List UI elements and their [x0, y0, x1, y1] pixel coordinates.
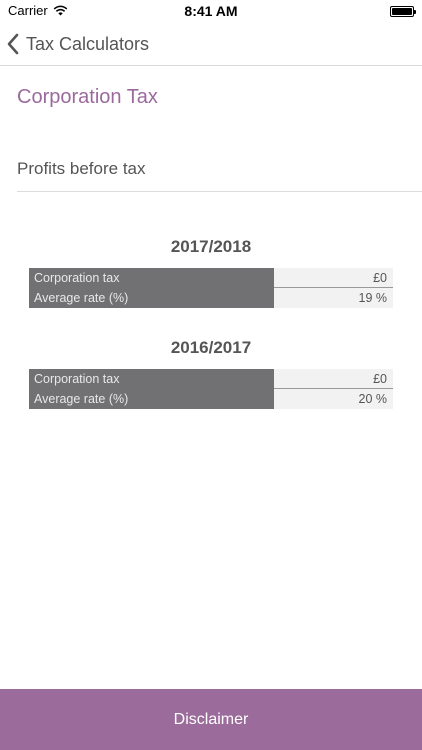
- row-value: £0: [274, 369, 393, 389]
- chevron-left-icon: [7, 33, 19, 55]
- disclaimer-button[interactable]: Disclaimer: [0, 689, 422, 750]
- table-row: Average rate (%) 19 %: [29, 288, 393, 308]
- year-heading: 2017/2018: [170, 237, 252, 256]
- status-time: 8:41 AM: [184, 3, 238, 19]
- profits-input-label: Profits before tax: [17, 159, 146, 178]
- row-value: 20 %: [274, 389, 393, 409]
- row-label: Average rate (%): [29, 288, 274, 308]
- table-row: Corporation tax £0: [29, 268, 393, 288]
- row-value: £0: [274, 268, 393, 288]
- battery-fill: [392, 8, 412, 15]
- navigation-bar: Tax Calculators: [0, 22, 422, 66]
- year-heading: 2016/2017: [170, 338, 252, 357]
- results-table: Corporation tax £0 Average rate (%) 20 %: [29, 369, 393, 409]
- results-table: Corporation tax £0 Average rate (%) 19 %: [29, 268, 393, 308]
- row-label: Corporation tax: [29, 268, 274, 288]
- row-value: 19 %: [274, 288, 393, 308]
- status-bar: Carrier 8:41 AM: [0, 0, 422, 22]
- table-row: Corporation tax £0: [29, 369, 393, 389]
- table-row: Average rate (%) 20 %: [29, 389, 393, 409]
- back-button[interactable]: Tax Calculators: [6, 28, 149, 60]
- back-label: Tax Calculators: [26, 33, 150, 54]
- profits-input-field[interactable]: Profits before tax: [17, 148, 422, 192]
- row-label: Average rate (%): [29, 389, 274, 409]
- disclaimer-label: Disclaimer: [173, 710, 249, 728]
- battery-icon: [390, 6, 416, 17]
- row-label: Corporation tax: [29, 369, 274, 389]
- page-title: Corporation Tax: [17, 86, 158, 108]
